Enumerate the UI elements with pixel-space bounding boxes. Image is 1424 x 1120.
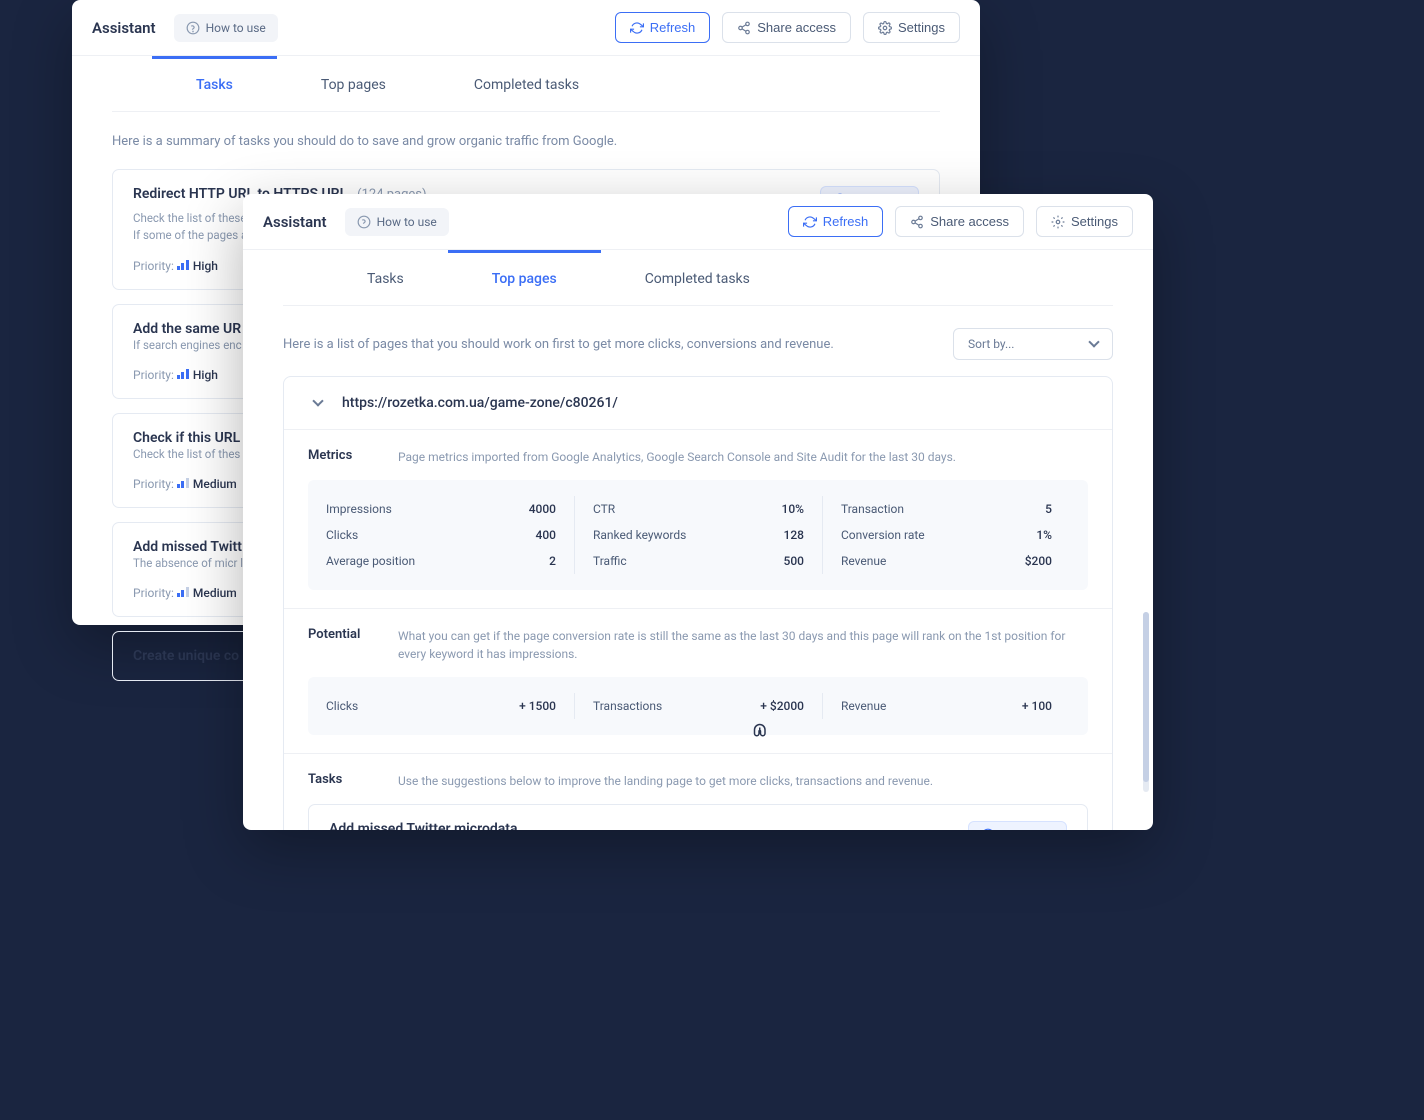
share-access-button[interactable]: Share access (722, 12, 851, 43)
how-to-use-button[interactable]: How to use (345, 208, 449, 236)
scrollbar[interactable] (1143, 612, 1149, 792)
cursor-icon (753, 723, 771, 741)
tab-top-pages[interactable]: Top pages (277, 56, 430, 111)
app-title: Assistant (263, 213, 327, 231)
tab-top-pages[interactable]: Top pages (448, 250, 601, 305)
tab-completed[interactable]: Completed tasks (430, 56, 623, 111)
gear-icon (878, 21, 892, 35)
share-icon (737, 21, 751, 35)
metric-row: Traffic500 (593, 548, 804, 574)
assistant-panel-top-pages: Assistant How to use Refresh Share acces… (243, 194, 1153, 830)
metrics-subtitle: Page metrics imported from Google Analyt… (398, 448, 1088, 466)
refresh-icon (630, 21, 644, 35)
metric-row: Average position2 (326, 548, 556, 574)
intro-text: Here is a summary of tasks you should do… (112, 134, 940, 149)
intro-text: Here is a list of pages that you should … (283, 337, 834, 352)
page-card: https://rozetka.com.ua/game-zone/c80261/… (283, 376, 1113, 830)
help-icon (357, 215, 371, 229)
tab-tasks[interactable]: Tasks (323, 250, 448, 305)
page-tasks-section: Tasks Use the suggestions below to impro… (284, 754, 1112, 830)
tab-tasks[interactable]: Tasks (152, 56, 277, 111)
sort-by-select[interactable]: Sort by... (953, 328, 1113, 360)
how-to-fix-button[interactable]: How to fix (968, 821, 1067, 830)
potential-subtitle: What you can get if the page conversion … (398, 627, 1088, 663)
metrics-title: Metrics (308, 448, 368, 463)
metric-row: Clicks+ 1500 (326, 693, 556, 719)
share-icon (910, 215, 924, 229)
tabs: Tasks Top pages Completed tasks (283, 250, 1113, 306)
help-icon (186, 21, 200, 35)
settings-button[interactable]: Settings (863, 12, 960, 43)
chevron-down-icon (1088, 336, 1099, 347)
metric-row: Revenue$200 (841, 548, 1052, 574)
potential-section: Potential What you can get if the page c… (284, 609, 1112, 754)
metrics-section: Metrics Page metrics imported from Googl… (284, 430, 1112, 609)
metrics-grid: Impressions4000 Clicks400 Average positi… (308, 480, 1088, 590)
potential-grid: Clicks+ 1500 Transactions+ $2000 Revenue… (308, 677, 1088, 735)
tab-completed[interactable]: Completed tasks (601, 250, 794, 305)
potential-title: Potential (308, 627, 368, 642)
topbar: Assistant How to use Refresh Share acces… (243, 194, 1153, 250)
tabs: Tasks Top pages Completed tasks (112, 56, 940, 112)
priority-bars-icon (177, 260, 189, 270)
page-url: https://rozetka.com.ua/game-zone/c80261/ (342, 395, 618, 411)
how-to-use-button[interactable]: How to use (174, 14, 278, 42)
priority-bars-icon (177, 478, 189, 488)
refresh-button[interactable]: Refresh (788, 206, 884, 237)
metric-row: Ranked keywords128 (593, 522, 804, 548)
metric-row: Clicks400 (326, 522, 556, 548)
metric-row: Conversion rate1% (841, 522, 1052, 548)
help-icon (981, 828, 995, 830)
refresh-button[interactable]: Refresh (615, 12, 711, 43)
priority-bars-icon (177, 587, 189, 597)
gear-icon (1051, 215, 1065, 229)
metric-row: Transaction5 (841, 496, 1052, 522)
metric-row: CTR10% (593, 496, 804, 522)
refresh-icon (803, 215, 817, 229)
metric-row: Impressions4000 (326, 496, 556, 522)
priority-value: High (193, 259, 218, 273)
topbar: Assistant How to use Refresh Share acces… (72, 0, 980, 56)
settings-button[interactable]: Settings (1036, 206, 1133, 237)
tasks-subtitle: Use the suggestions below to improve the… (398, 772, 1088, 790)
app-title: Assistant (92, 19, 156, 37)
metric-row: Transactions+ $2000 (593, 693, 804, 719)
tasks-title: Tasks (308, 772, 368, 787)
page-task-card: Add missed Twitter microdata The absence… (308, 804, 1088, 830)
share-access-button[interactable]: Share access (895, 206, 1024, 237)
metric-row: Revenue+ 100 (841, 693, 1052, 719)
page-card-header[interactable]: https://rozetka.com.ua/game-zone/c80261/ (284, 377, 1112, 430)
task-title: Add missed Twitter microdata (329, 821, 956, 830)
chevron-down-icon (312, 395, 323, 406)
priority-bars-icon (177, 369, 189, 379)
scrollbar-thumb[interactable] (1143, 612, 1149, 782)
